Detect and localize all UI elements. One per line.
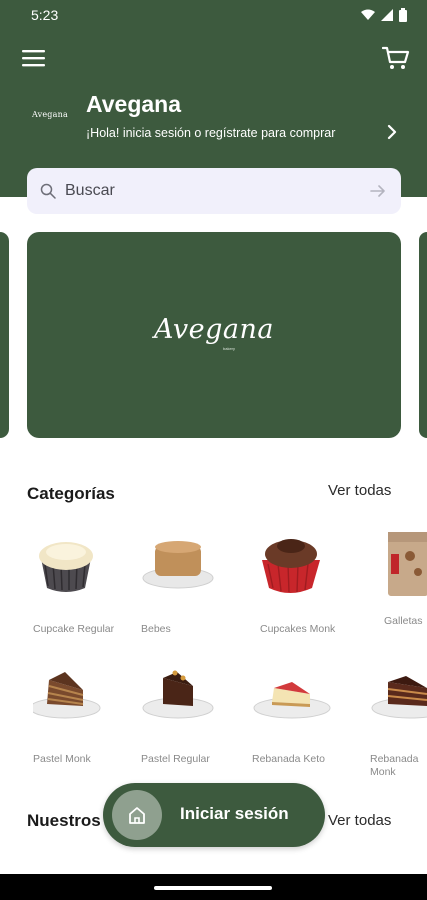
category-item-rebanada-keto[interactable]: Rebanada Keto xyxy=(252,664,352,766)
category-item-bebes[interactable]: Bebes xyxy=(141,534,241,636)
mini-cake-icon xyxy=(142,541,214,589)
home-icon xyxy=(129,807,145,824)
promo-banner[interactable]: Avegana bakery xyxy=(27,232,401,438)
category-label: Bebes xyxy=(141,623,171,635)
category-label: Pastel Monk xyxy=(33,753,91,765)
chevron-right-icon xyxy=(387,124,397,140)
category-label: Cupcake Regular xyxy=(33,623,115,635)
category-item-cupcakes-monk[interactable]: Cupcakes Monk xyxy=(260,534,360,636)
category-label: Galletas xyxy=(384,615,423,627)
signal-icon xyxy=(381,9,393,21)
category-label: Rebanada Keto xyxy=(252,753,325,765)
category-item-rebanada-monk[interactable]: Rebanada Monk xyxy=(370,664,427,779)
section-title-nuestros: Nuestros xyxy=(27,811,101,830)
home-gesture-handle[interactable] xyxy=(154,886,272,890)
carousel-next-banner[interactable] xyxy=(419,232,427,438)
section-see-all-link[interactable]: Ver todas xyxy=(328,812,391,829)
system-nav-bar xyxy=(0,874,427,900)
cookie-bag-icon xyxy=(388,532,427,596)
arrow-right-icon[interactable] xyxy=(370,184,386,198)
brand-title: Avegana xyxy=(86,91,182,117)
cake-slice-icon xyxy=(29,672,101,719)
category-item-galletas[interactable]: Galletas xyxy=(384,526,427,628)
login-prompt-row[interactable]: Avegana Avegana ¡Hola! inicia sesión o r… xyxy=(0,86,427,146)
search-input[interactable] xyxy=(65,174,355,208)
wifi-icon xyxy=(361,9,375,20)
menu-icon[interactable] xyxy=(22,48,46,68)
login-button[interactable]: Iniciar sesión xyxy=(103,783,325,847)
cupcake-icon xyxy=(39,542,93,592)
status-icons xyxy=(361,8,407,22)
login-prompt-text: ¡Hola! inicia sesión o regístrate para c… xyxy=(86,126,336,140)
carousel-prev-banner[interactable] xyxy=(0,232,9,438)
category-item-pastel-monk[interactable]: Pastel Monk xyxy=(29,664,133,766)
search-bar[interactable] xyxy=(27,168,401,214)
category-label: Rebanada Monk xyxy=(370,753,419,778)
banner-logo: Avegana xyxy=(153,314,274,345)
category-item-pastel-regular[interactable]: Pastel Regular xyxy=(141,664,241,766)
cheesecake-slice-icon xyxy=(253,682,331,719)
login-button-label: Iniciar sesión xyxy=(180,804,289,823)
home-button[interactable] xyxy=(112,790,162,840)
categories-title: Categorías xyxy=(27,484,115,503)
battery-icon xyxy=(399,8,407,22)
category-item-cupcake-regular[interactable]: Cupcake Regular xyxy=(33,534,133,636)
brand-logo: Avegana xyxy=(32,110,68,119)
status-bar: 5:23 xyxy=(0,0,427,32)
layer-cake-slice-icon xyxy=(371,676,427,719)
status-time: 5:23 xyxy=(31,7,59,23)
categories-see-all-link[interactable]: Ver todas xyxy=(328,482,391,499)
search-icon xyxy=(40,183,56,199)
chocolate-cake-slice-icon xyxy=(142,670,214,719)
category-label: Pastel Regular xyxy=(141,753,210,765)
cart-icon[interactable] xyxy=(382,44,410,72)
chocolate-cupcake-icon xyxy=(262,539,320,593)
category-label: Cupcakes Monk xyxy=(260,623,336,635)
banner-tagline: bakery xyxy=(223,346,236,351)
